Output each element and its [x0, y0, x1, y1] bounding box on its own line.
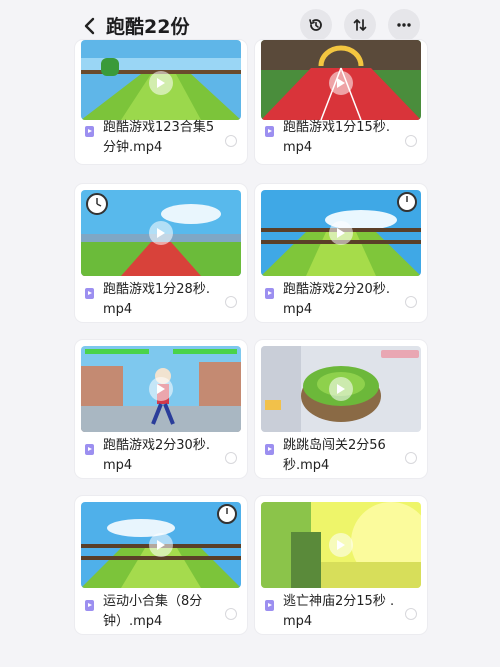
select-radio[interactable]	[405, 296, 417, 308]
video-thumbnail	[261, 502, 421, 588]
file-name: 运动小合集（8分钟）.mp4	[103, 594, 203, 629]
select-radio[interactable]	[225, 296, 237, 308]
file-name: 跑酷游戏2分20秒.mp4	[283, 282, 390, 317]
select-radio[interactable]	[405, 452, 417, 464]
sort-icon	[353, 19, 367, 31]
history-button[interactable]	[300, 9, 332, 41]
video-file-icon	[265, 600, 274, 611]
more-icon	[397, 23, 411, 27]
video-thumbnail	[261, 190, 421, 276]
sort-button[interactable]	[344, 9, 376, 41]
video-file-icon	[265, 444, 274, 455]
video-thumbnail	[81, 40, 241, 120]
play-icon	[329, 533, 353, 557]
video-file-icon	[265, 288, 274, 299]
video-file-icon	[265, 126, 274, 137]
select-radio[interactable]	[225, 452, 237, 464]
play-icon	[149, 71, 173, 95]
file-name: 跑酷游戏2分30秒.mp4	[103, 438, 210, 473]
video-file-icon	[85, 600, 94, 611]
select-radio[interactable]	[405, 135, 417, 147]
file-card[interactable]: 跑酷游戏1分28秒.mp4	[75, 184, 247, 322]
file-card[interactable]: 跑酷游戏2分30秒.mp4	[75, 340, 247, 478]
play-icon	[149, 533, 173, 557]
back-button[interactable]	[78, 14, 100, 38]
select-radio[interactable]	[225, 608, 237, 620]
file-name: 跑酷游戏1分28秒.mp4	[103, 282, 210, 317]
select-radio[interactable]	[405, 608, 417, 620]
history-icon	[309, 19, 322, 31]
file-card[interactable]: 逃亡神庙2分15秒 .mp4	[255, 496, 427, 634]
file-name: 跑酷游戏1分15秒.mp4	[283, 120, 390, 155]
file-card[interactable]: 跑酷游戏123合集5分钟.mp4	[75, 40, 247, 164]
select-radio[interactable]	[225, 135, 237, 147]
video-thumbnail	[261, 40, 421, 120]
play-icon	[329, 377, 353, 401]
file-name: 跳跳岛闯关2分56秒.mp4	[283, 438, 386, 473]
file-card[interactable]: 跑酷游戏1分15秒.mp4	[255, 40, 427, 164]
video-thumbnail	[81, 502, 241, 588]
play-icon	[149, 377, 173, 401]
file-name: 逃亡神庙2分15秒 .mp4	[283, 594, 395, 629]
video-thumbnail	[261, 346, 421, 432]
more-button[interactable]	[388, 9, 420, 41]
video-thumbnail	[81, 346, 241, 432]
file-card[interactable]: 跑酷游戏2分20秒.mp4	[255, 184, 427, 322]
play-icon	[329, 221, 353, 245]
play-icon	[149, 221, 173, 245]
video-file-icon	[85, 444, 94, 455]
video-thumbnail	[81, 190, 241, 276]
page-title: 跑酷22份	[106, 16, 190, 38]
file-card[interactable]: 运动小合集（8分钟）.mp4	[75, 496, 247, 634]
file-card[interactable]: 跳跳岛闯关2分56秒.mp4	[255, 340, 427, 478]
play-icon	[329, 71, 353, 95]
file-name: 跑酷游戏123合集5分钟.mp4	[103, 120, 215, 155]
video-file-icon	[85, 126, 94, 137]
back-arrow-icon	[84, 17, 95, 35]
video-file-icon	[85, 288, 94, 299]
